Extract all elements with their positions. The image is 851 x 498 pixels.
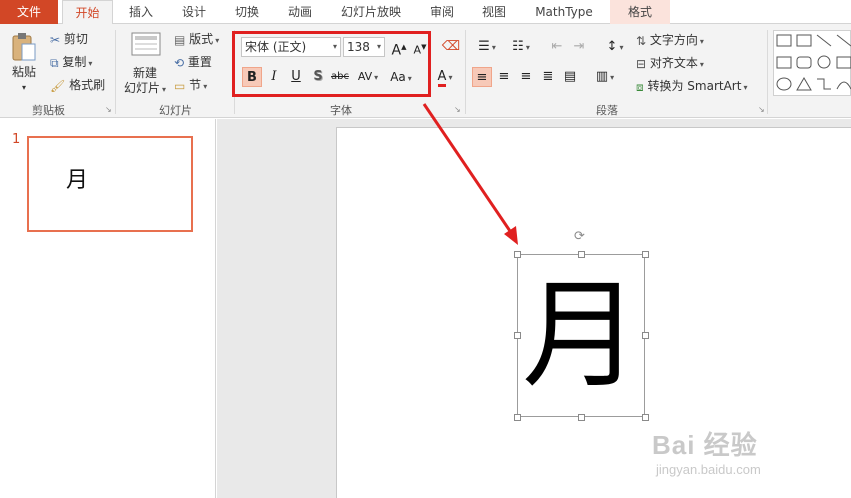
watermark-url: jingyan.baidu.com	[656, 462, 761, 477]
annotation-arrow	[422, 103, 518, 245]
watermark-logo: Bai 经验	[652, 430, 758, 460]
watermark: Bai 经验 jingyan.baidu.com	[652, 425, 761, 477]
